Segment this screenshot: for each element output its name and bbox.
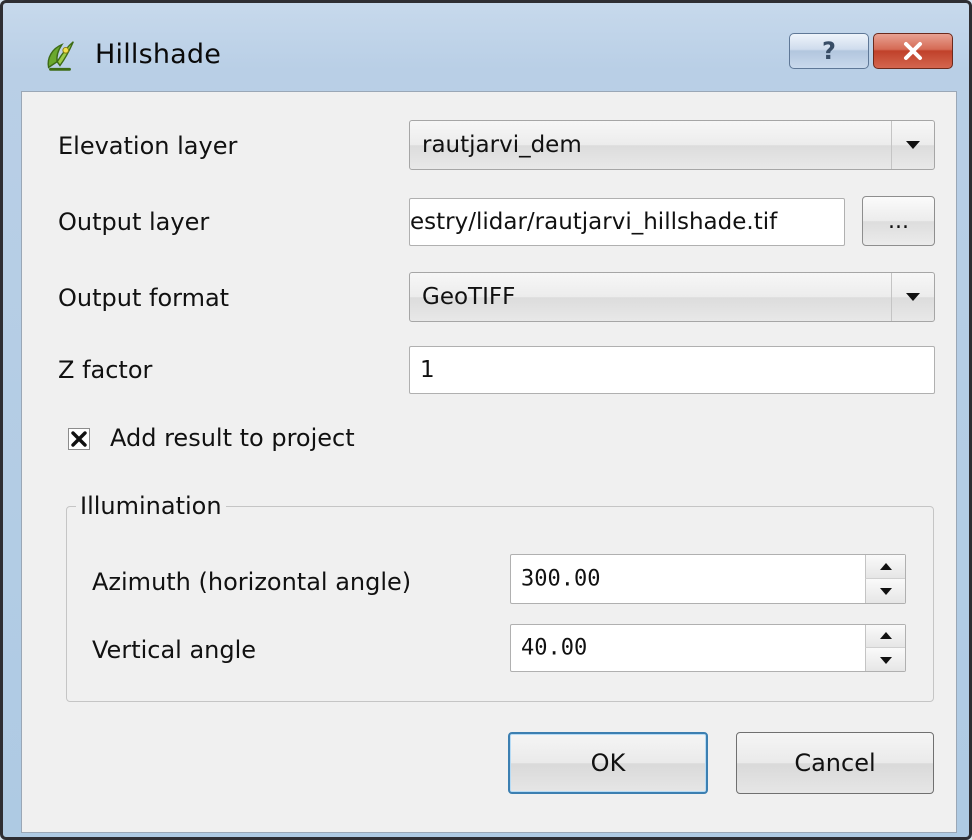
help-icon: ? [822,37,836,65]
title-bar[interactable]: Hillshade ? [3,3,969,91]
azimuth-spinbox[interactable]: 300.00 [510,554,906,604]
output-layer-value: estry/lidar/rautjarvi_hillshade.tif [410,209,778,235]
z-factor-value: 1 [420,357,435,383]
checkbox-x-icon [71,431,87,447]
triangle-down-icon [879,588,892,595]
add-result-checkbox[interactable] [68,428,90,450]
vertical-angle-value: 40.00 [521,635,588,661]
window-title: Hillshade [95,39,222,70]
vertical-angle-label: Vertical angle [92,636,257,664]
azimuth-step-down-button[interactable] [865,579,905,603]
vertical-angle-stepper [865,625,905,671]
close-icon [904,42,922,60]
add-result-label[interactable]: Add result to project [110,424,355,452]
azimuth-stepper [865,555,905,603]
illumination-group [66,506,934,702]
dialog-body: Elevation layer rautjarvi_dem Output lay… [21,91,957,833]
output-layer-input[interactable]: estry/lidar/rautjarvi_hillshade.tif [409,198,845,246]
azimuth-value: 300.00 [521,566,601,592]
close-button[interactable] [873,33,953,69]
vertical-angle-step-up-button[interactable] [865,625,905,648]
output-layer-label: Output layer [58,208,210,236]
elevation-layer-label: Elevation layer [58,132,238,160]
qgis-logo-icon [41,37,79,75]
browse-button[interactable]: ... [862,196,935,246]
cancel-button[interactable]: Cancel [736,732,934,794]
elevation-layer-select[interactable]: rautjarvi_dem [409,120,935,170]
azimuth-step-up-button[interactable] [865,555,905,579]
vertical-angle-step-down-button[interactable] [865,648,905,671]
dialog-window: Hillshade ? Elevation layer rautjarvi_de… [0,0,972,840]
triangle-up-icon [879,632,892,639]
chevron-down-icon [891,121,934,169]
elevation-layer-value: rautjarvi_dem [422,132,582,158]
vertical-angle-spinbox[interactable]: 40.00 [510,624,906,672]
output-format-value: GeoTIFF [422,284,516,310]
illumination-group-title: Illumination [76,492,226,520]
chevron-down-icon [891,273,934,321]
z-factor-label: Z factor [58,356,153,384]
output-format-label: Output format [58,284,230,312]
triangle-up-icon [879,562,892,570]
output-format-select[interactable]: GeoTIFF [409,272,935,322]
help-button[interactable]: ? [789,33,869,69]
z-factor-input[interactable]: 1 [409,346,935,394]
ok-button[interactable]: OK [508,732,708,794]
azimuth-label: Azimuth (horizontal angle) [92,568,412,596]
triangle-down-icon [879,656,892,664]
